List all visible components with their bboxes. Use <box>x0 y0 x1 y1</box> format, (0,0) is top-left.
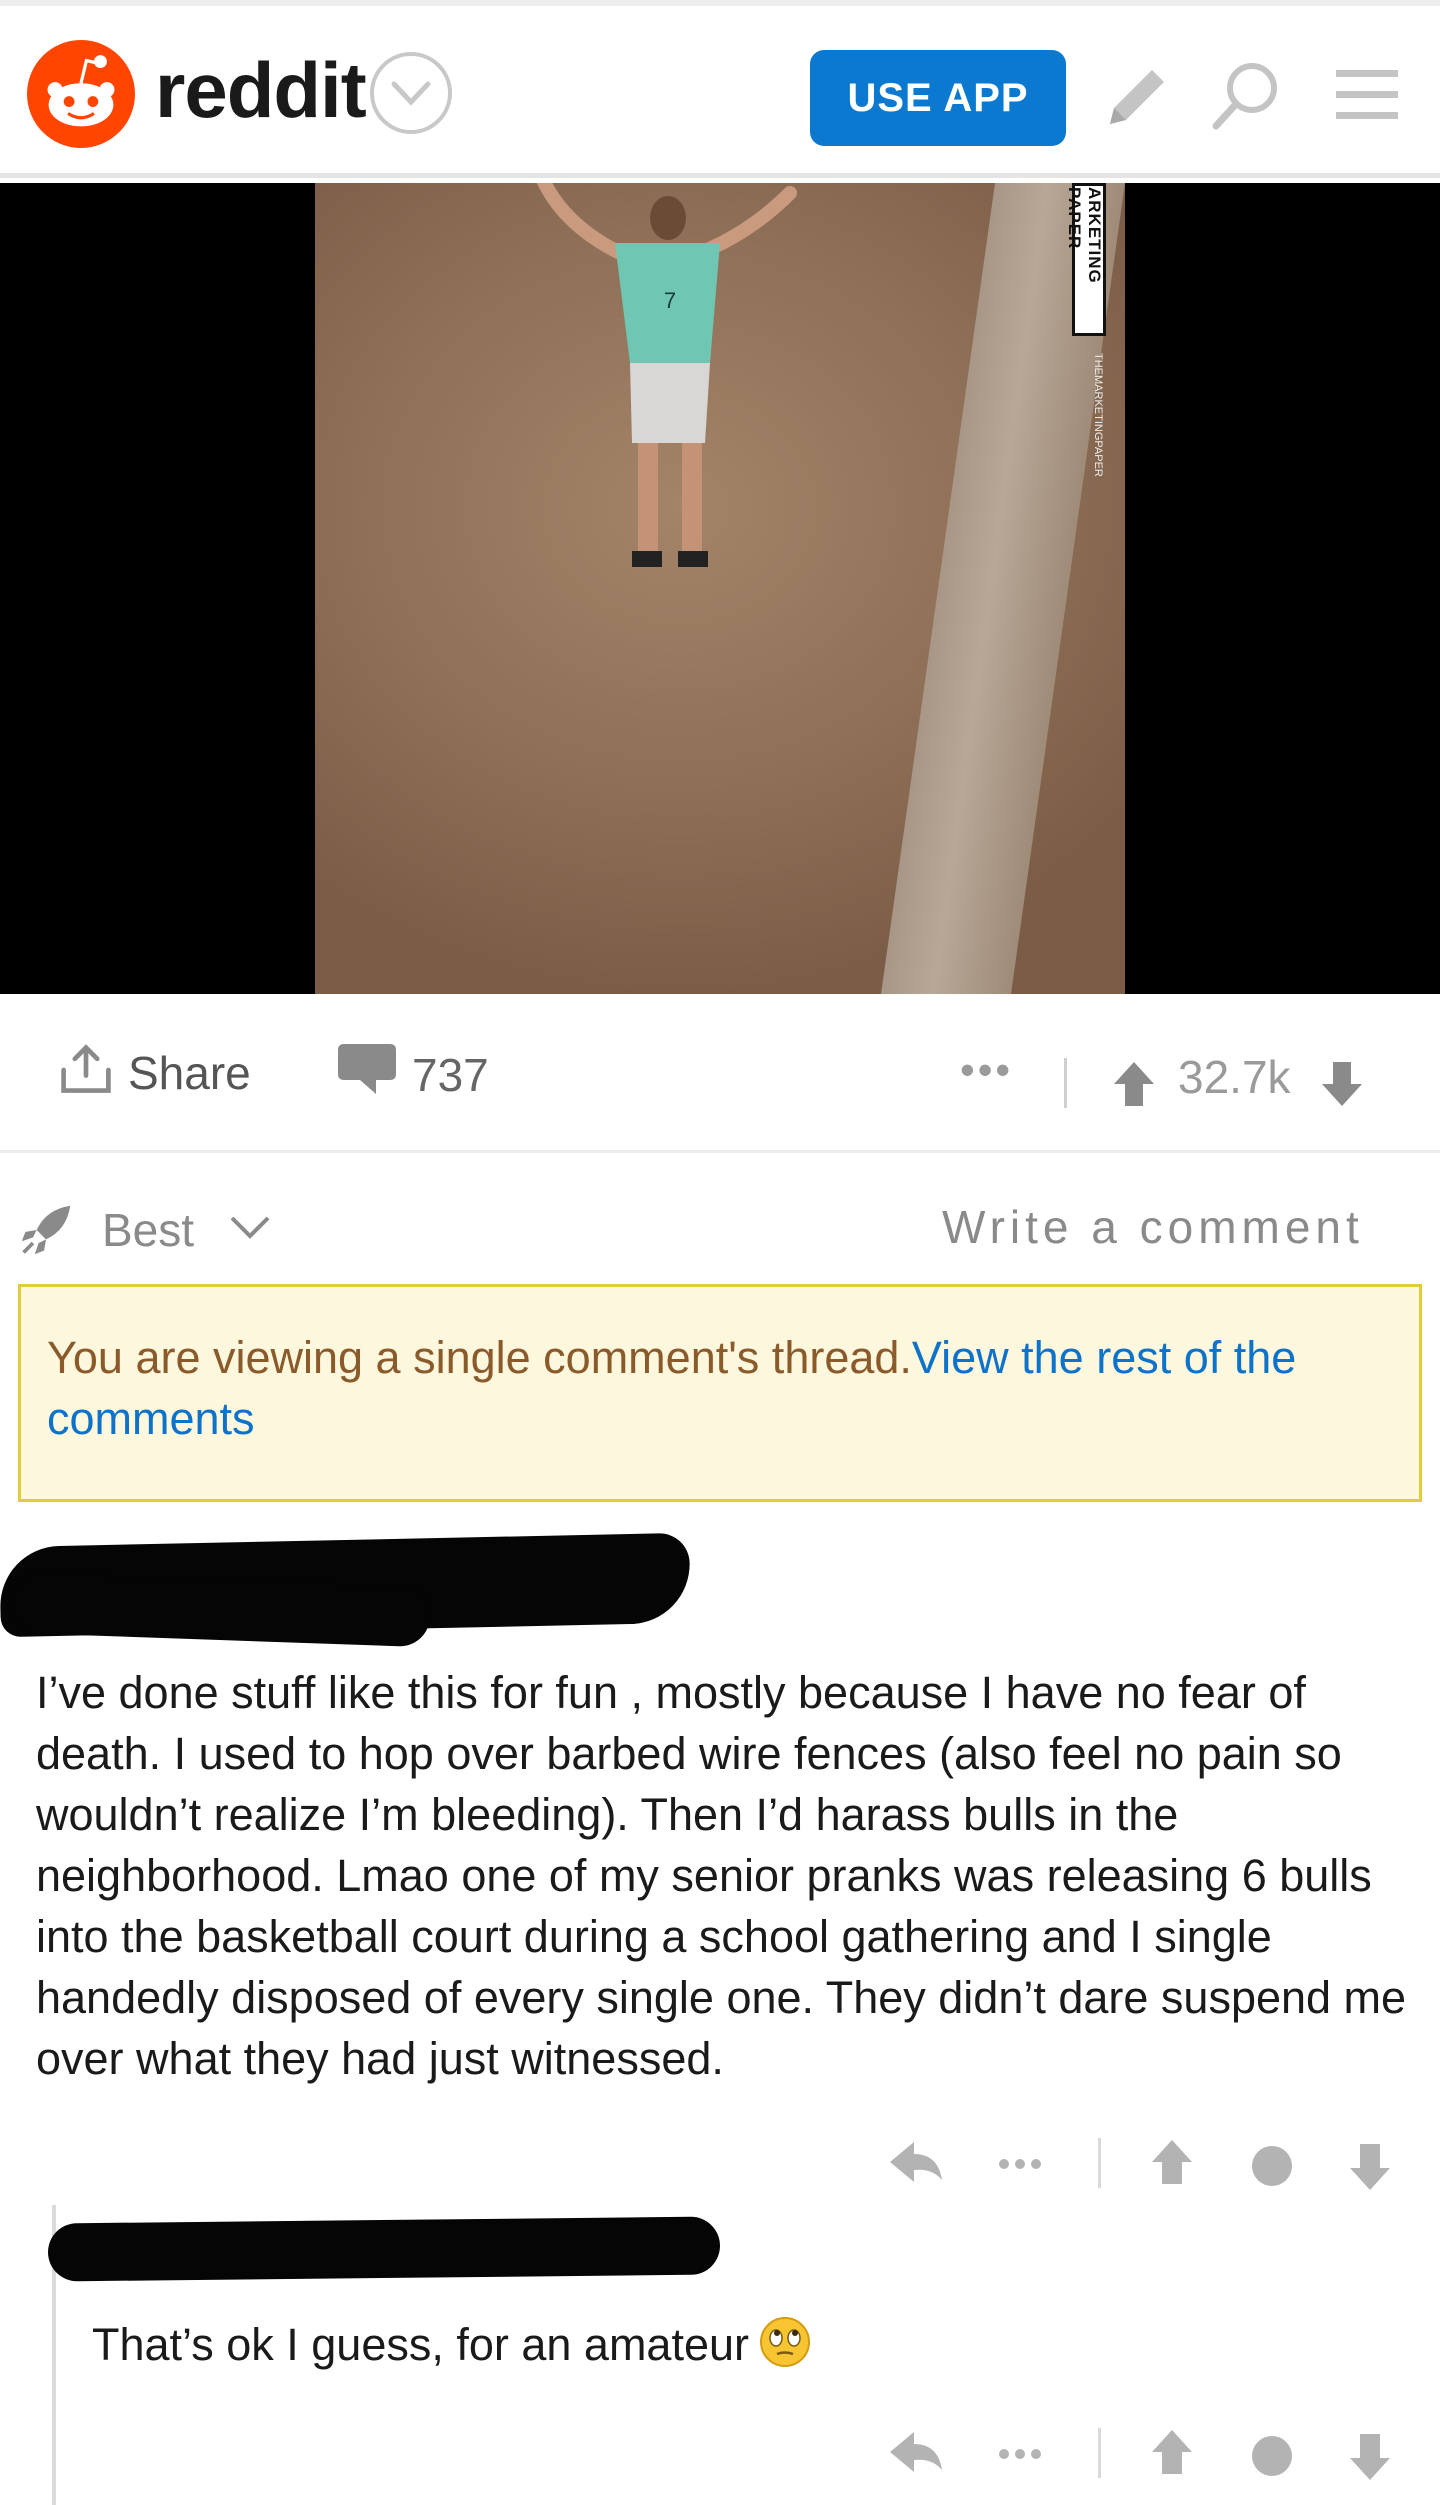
video-frame: 7 <box>315 183 1125 994</box>
reddit-wordmark[interactable]: reddit <box>155 40 367 140</box>
notice-message: You are viewing a single comment's threa… <box>47 1332 912 1383</box>
redacted-username <box>47 2216 721 2282</box>
divider <box>1098 2428 1101 2478</box>
watermark-text: ARKETING PAPER <box>1065 187 1104 284</box>
divider <box>1098 2138 1101 2188</box>
upvote-icon[interactable] <box>1152 2430 1192 2474</box>
upvote-icon[interactable] <box>1152 2140 1192 2184</box>
chevron-down-icon[interactable] <box>370 52 452 134</box>
jersey-number: 7 <box>664 288 676 313</box>
watermark-handle: THEMARKETINGPAPER <box>1092 353 1104 477</box>
person-figure: 7 <box>536 183 797 567</box>
downvote-icon[interactable] <box>1350 2434 1390 2480</box>
downvote-icon[interactable] <box>1350 2144 1390 2190</box>
rocket-icon[interactable] <box>18 1202 74 1258</box>
reply-actions <box>890 2428 1390 2480</box>
write-comment-button[interactable]: Write a comment <box>942 1200 1364 1254</box>
share-button[interactable]: Share <box>128 1046 251 1100</box>
post-action-bar: Share 737 ••• 32.7k <box>0 994 1440 1153</box>
single-thread-notice: You are viewing a single comment's threa… <box>18 1284 1422 1502</box>
comment-count[interactable]: 737 <box>412 1048 489 1102</box>
dot-icon <box>1252 2146 1292 2186</box>
reply-icon[interactable] <box>890 2432 942 2472</box>
emoji-icon <box>760 2317 811 2367</box>
use-app-button[interactable]: USE APP <box>810 50 1066 146</box>
divider <box>1064 1058 1067 1108</box>
pencil-icon[interactable] <box>1100 58 1176 134</box>
reddit-snoo-icon[interactable] <box>27 40 135 148</box>
sort-dropdown[interactable]: Best <box>102 1203 194 1257</box>
reply-text: That’s ok I guess, for an amateur <box>92 2319 750 2370</box>
downvote-icon[interactable] <box>1320 1060 1364 1108</box>
comment-icon[interactable] <box>336 1036 398 1098</box>
video-player[interactable]: 7 ARKETING PAPER THEMARKETINGPAPER <box>0 183 1440 994</box>
upvote-icon[interactable] <box>1112 1060 1156 1108</box>
comment-actions <box>890 2138 1390 2190</box>
more-options-button[interactable]: ••• <box>960 1046 1013 1094</box>
chevron-down-icon[interactable] <box>228 1212 272 1242</box>
notice-text: You are viewing a single comment's threa… <box>47 1327 1387 1449</box>
menu-icon[interactable] <box>1330 58 1406 134</box>
dot-icon <box>1252 2436 1292 2476</box>
top-header: reddit USE APP <box>0 0 1440 178</box>
reply-body: That’s ok I guess, for an amateur <box>92 2314 811 2375</box>
reply-icon[interactable] <box>890 2142 942 2182</box>
search-icon[interactable] <box>1208 58 1284 134</box>
more-options-button[interactable] <box>999 2159 1041 2169</box>
post-score: 32.7k <box>1178 1051 1291 1103</box>
share-icon[interactable] <box>58 1034 114 1106</box>
comment-body: I’ve done stuff like this for fun , most… <box>36 1667 1407 2084</box>
more-options-button[interactable] <box>999 2449 1041 2459</box>
